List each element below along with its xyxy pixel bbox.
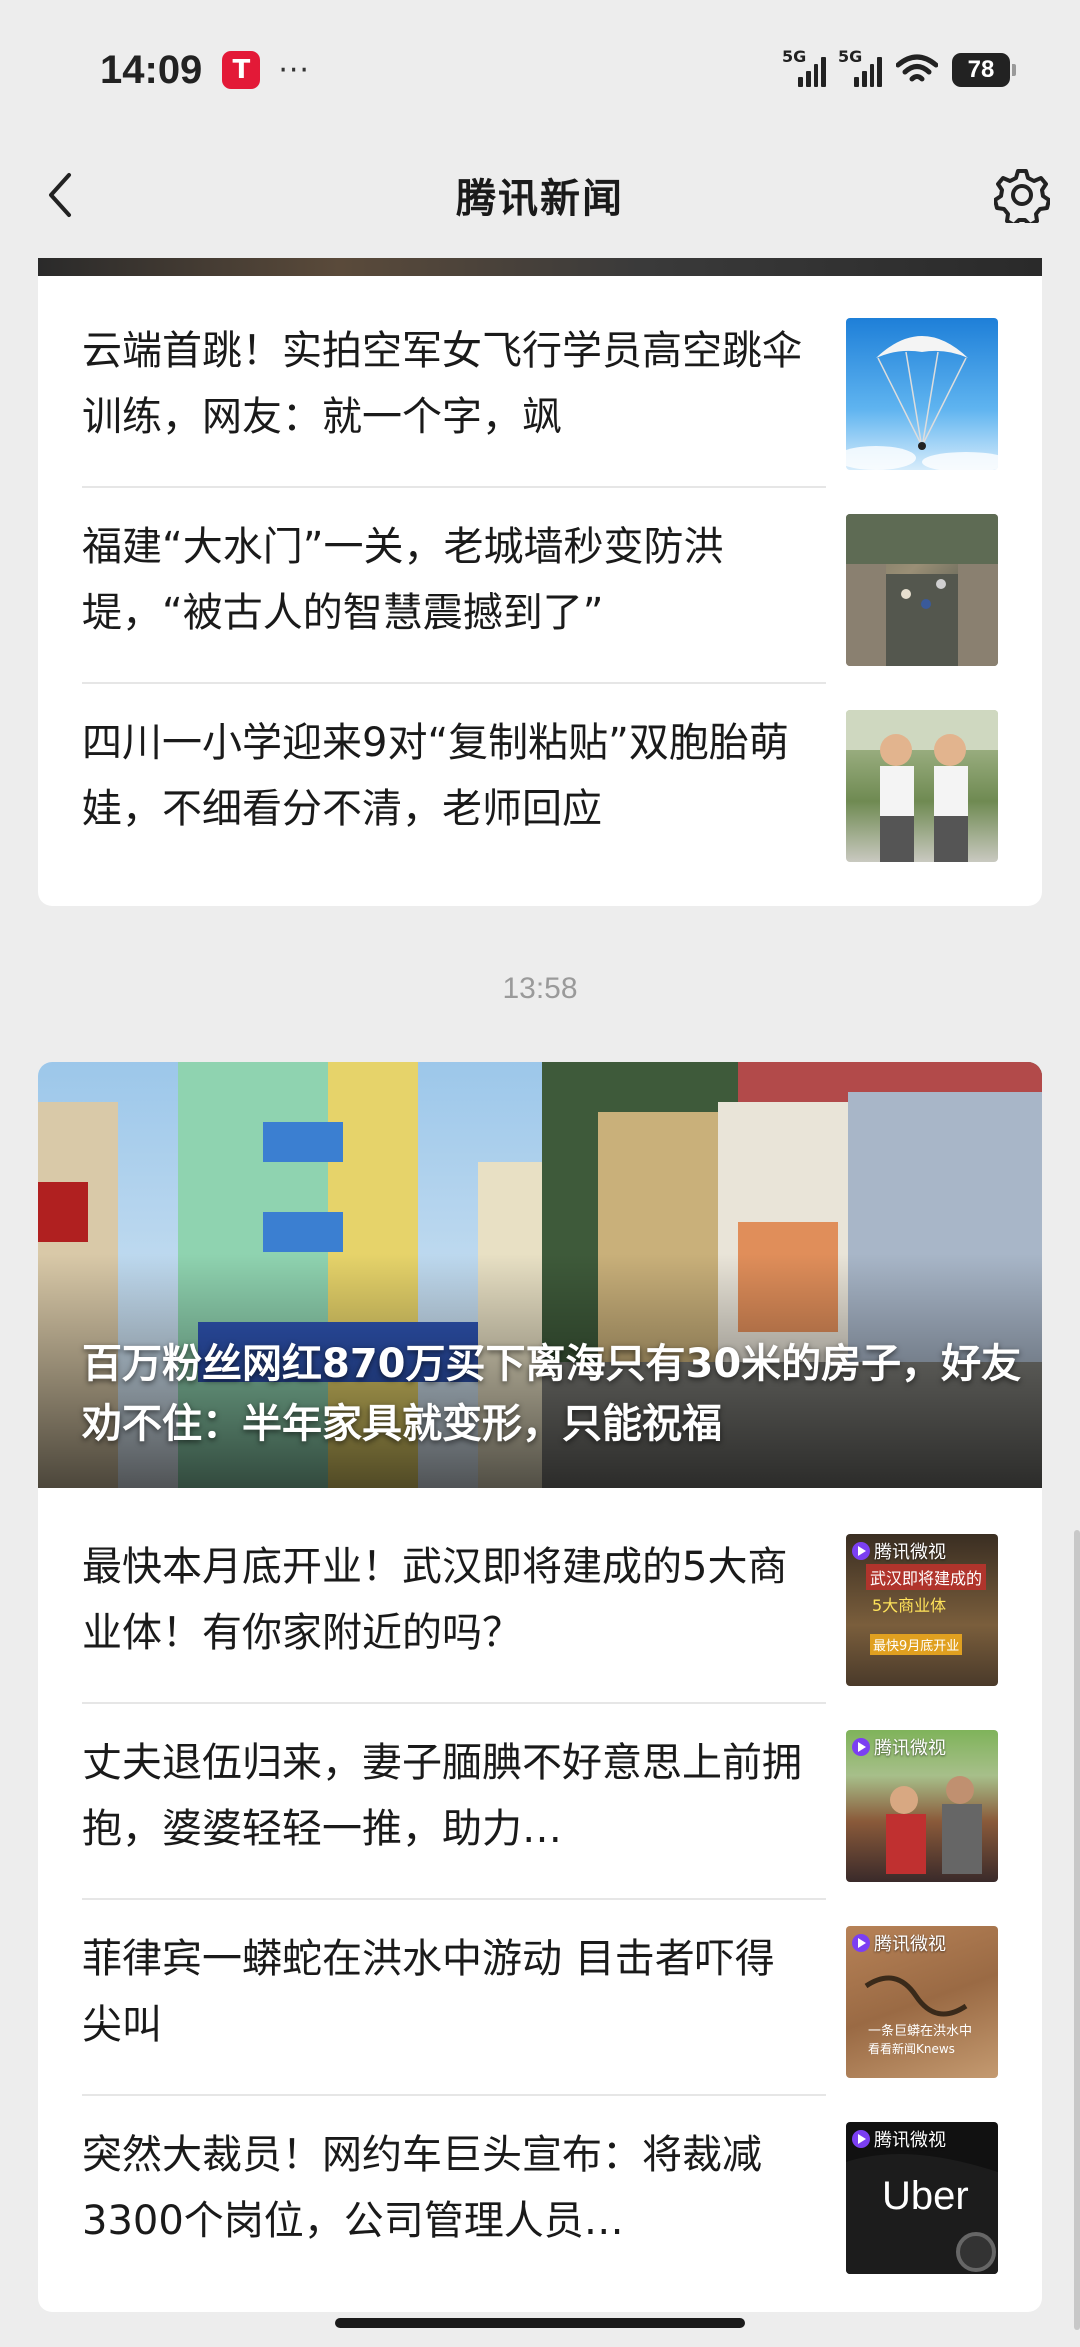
uber-logo: Uber <box>882 2174 969 2218</box>
play-icon <box>852 1542 870 1560</box>
news-title: 菲律宾一蟒蛇在洪水中游动 目击者吓得尖叫 <box>82 1936 775 2048</box>
chevron-left-icon <box>49 173 71 217</box>
badge-label: 腾讯微视 <box>874 1542 946 1563</box>
news-item[interactable]: 福建“大水门”一关，老城墙秒变防洪堤，“被古人的智慧震撼到了” <box>82 488 998 684</box>
news-thumbnail: 腾讯微视 武汉即将建成的 5大商业体 最快9月底开业 <box>846 1534 998 1686</box>
more-notifications-icon: ··· <box>278 52 310 88</box>
settings-button[interactable] <box>990 163 1054 227</box>
news-title: 突然大裁员！网约车巨头宣布：将裁减3300个岗位，公司管理人员… <box>82 2132 762 2244</box>
news-title: 云端首跳！实拍空军女飞行学员高空跳伞训练，网友：就一个字，飒 <box>82 328 802 440</box>
hero-news[interactable]: 百万粉丝网红870万买下离海只有30米的房子，好友劝不住：半年家具就变形，只能祝… <box>38 1062 1042 1488</box>
news-item[interactable]: 丈夫退伍归来，妻子腼腆不好意思上前拥抱，婆婆轻轻一推，助力… 腾讯微视 <box>82 1704 998 1900</box>
signal-icon: 5G <box>838 47 882 87</box>
news-item[interactable]: 菲律宾一蟒蛇在洪水中游动 目击者吓得尖叫 腾讯微视 一条巨蟒在洪水中 看看新闻K… <box>82 1900 998 2096</box>
news-thumbnail <box>846 710 998 862</box>
thumb-caption: 看看新闻Knews <box>868 2042 955 2056</box>
news-title: 福建“大水门”一关，老城墙秒变防洪堤，“被古人的智慧震撼到了” <box>82 524 724 636</box>
status-bar: 14:09 T ··· 5G 5G 78 <box>0 0 1080 140</box>
back-button[interactable] <box>30 165 90 225</box>
news-item[interactable]: 云端首跳！实拍空军女飞行学员高空跳伞训练，网友：就一个字，飒 <box>82 292 998 488</box>
news-thumbnail <box>846 514 998 666</box>
tesla-icon: T <box>222 51 261 89</box>
thumb-caption: 最快9月底开业 <box>870 1634 963 1655</box>
signal-icon: 5G <box>782 47 826 87</box>
signal-label: 5G <box>782 47 807 66</box>
timestamp: 13:58 <box>502 972 578 1005</box>
video-badge: 腾讯微视 <box>852 1538 946 1564</box>
news-card: 百万粉丝网红870万买下离海只有30米的房子，好友劝不住：半年家具就变形，只能祝… <box>38 1062 1042 2312</box>
app-header: 腾讯新闻 <box>0 145 1080 245</box>
news-card: 云端首跳！实拍空军女飞行学员高空跳伞训练，网友：就一个字，飒 福建“大水门”一关… <box>38 258 1042 906</box>
parachute-image <box>846 336 998 470</box>
news-title: 丈夫退伍归来，妻子腼腆不好意思上前拥抱，婆婆轻轻一推，助力… <box>82 1740 802 1852</box>
news-thumbnail <box>846 318 998 470</box>
battery-icon: 78 <box>952 53 1016 87</box>
city-wall-image <box>846 514 998 666</box>
scrollbar[interactable] <box>1074 1530 1080 2330</box>
news-thumbnail: 腾讯微视 Uber <box>846 2122 998 2274</box>
signal-label: 5G <box>838 47 863 66</box>
status-time: 14:09 <box>100 47 203 92</box>
people-image <box>886 1776 982 1874</box>
status-indicators: 5G 5G 78 <box>782 47 1016 87</box>
news-title: 四川一小学迎来9对“复制粘贴”双胞胎萌娃，不细看分不清，老师回应 <box>82 720 789 832</box>
hero-title: 百万粉丝网红870万买下离海只有30米的房子，好友劝不住：半年家具就变形，只能祝… <box>82 1341 1022 1447</box>
page-title: 腾讯新闻 <box>456 176 624 222</box>
news-item[interactable]: 最快本月底开业！武汉即将建成的5大商业体！有你家附近的吗？ 腾讯微视 武汉即将建… <box>82 1508 998 1704</box>
twins-image <box>846 710 998 862</box>
wifi-icon <box>896 54 938 82</box>
thumb-caption: 武汉即将建成的 <box>866 1564 987 1590</box>
gear-icon <box>994 169 1050 223</box>
thumb-caption: 5大商业体 <box>872 1596 947 1615</box>
home-indicator[interactable] <box>335 2318 745 2328</box>
previous-image-edge <box>38 258 1042 276</box>
thumb-caption: 一条巨蟒在洪水中 <box>868 2024 973 2039</box>
news-item[interactable]: 四川一小学迎来9对“复制粘贴”双胞胎萌娃，不细看分不清，老师回应 <box>82 684 998 880</box>
news-thumbnail: 腾讯微视 一条巨蟒在洪水中 看看新闻Knews <box>846 1926 998 2078</box>
news-title: 最快本月底开业！武汉即将建成的5大商业体！有你家附近的吗？ <box>82 1544 788 1656</box>
news-item[interactable]: 突然大裁员！网约车巨头宣布：将裁减3300个岗位，公司管理人员… 腾讯微视 Ub… <box>82 2096 998 2292</box>
news-thumbnail: 腾讯微视 <box>846 1730 998 1882</box>
